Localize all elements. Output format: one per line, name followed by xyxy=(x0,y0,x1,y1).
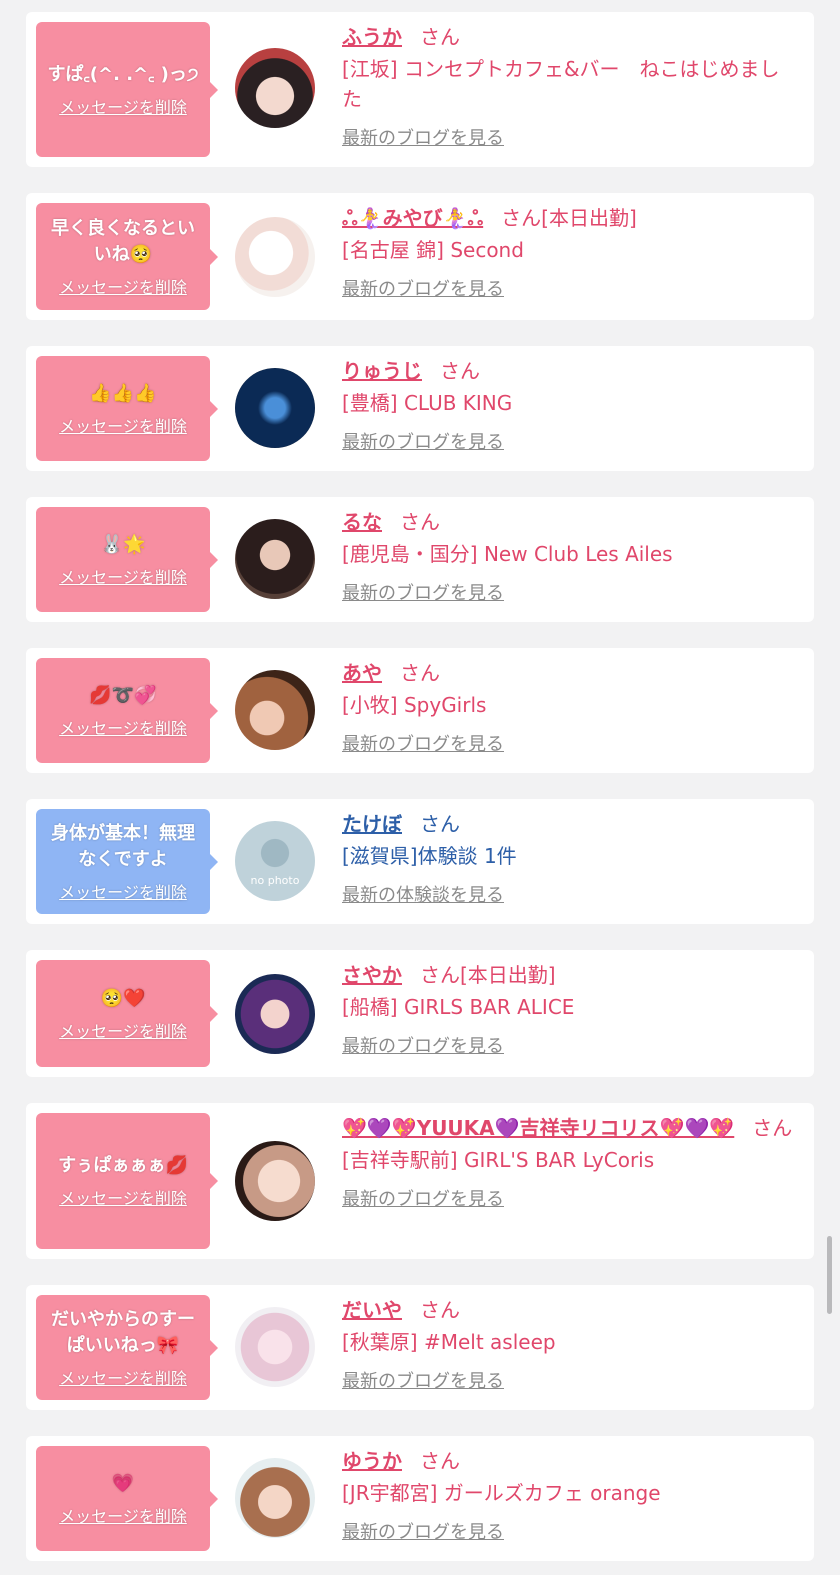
favorites-list: すぱ꜀(^. .^꜀ )っ੭ メッセージを削除 ふうか さん [江坂] コンセプト… xyxy=(0,0,840,1575)
message-text: 🐰🌟 xyxy=(100,533,146,555)
user-name-link[interactable]: ゆうか xyxy=(342,1449,402,1473)
list-item: だいやからのすーぱいいねっ🎀 メッセージを削除 だいや さん [秋葉原] #Mel… xyxy=(26,1285,814,1410)
shop-text: [小牧] SpyGirls xyxy=(342,693,487,717)
message-text: 👍👍👍 xyxy=(89,382,157,404)
latest-blog-link[interactable]: 最新のブログを見る xyxy=(342,275,504,301)
list-item: 🥺❤️ メッセージを削除 さやか さん[本日出勤] [船橋] GIRLS BAR … xyxy=(26,950,814,1077)
message-bubble: だいやからのすーぱいいねっ🎀 メッセージを削除 xyxy=(36,1295,218,1400)
avatar[interactable] xyxy=(235,368,315,448)
message-bubble: すぱ꜀(^. .^꜀ )っ੭ メッセージを削除 xyxy=(36,22,218,157)
list-item: 💋➰💞 メッセージを削除 あや さん [小牧] SpyGirls 最新のブログを見… xyxy=(26,648,814,773)
delete-message-button[interactable]: メッセージを削除 xyxy=(59,715,187,739)
message-bubble: 🐰🌟 メッセージを削除 xyxy=(36,507,218,612)
status-badge: [本日出勤] xyxy=(460,963,556,987)
avatar[interactable] xyxy=(235,670,315,750)
shop-text: [名古屋 錦] Second xyxy=(342,238,524,262)
latest-blog-link[interactable]: 最新のブログを見る xyxy=(342,428,504,454)
list-item: すぱ꜀(^. .^꜀ )っ੭ メッセージを削除 ふうか さん [江坂] コンセプト… xyxy=(26,12,814,167)
avatar[interactable] xyxy=(235,48,315,128)
latest-blog-link[interactable]: 最新のブログを見る xyxy=(342,124,504,150)
delete-message-button[interactable]: メッセージを削除 xyxy=(59,564,187,588)
latest-blog-link[interactable]: 最新のブログを見る xyxy=(342,730,504,756)
avatar[interactable] xyxy=(235,217,315,297)
delete-message-button[interactable]: メッセージを削除 xyxy=(59,1018,187,1042)
user-name-link[interactable]: さやか xyxy=(342,963,402,987)
list-item: 早く良くなるといいね🥺 メッセージを削除 ஃ🧜‍♀️みやび🧜‍♀️ஃ さん[本日出… xyxy=(26,193,814,320)
honorific: さん xyxy=(420,25,460,49)
honorific: さん xyxy=(420,812,460,836)
honorific: さん xyxy=(420,963,460,987)
message-text: 💋➰💞 xyxy=(89,684,157,706)
message-text: すぅぱぁぁぁ💋 xyxy=(58,1155,188,1176)
message-text: すぱ꜀(^. .^꜀ )っ੭ xyxy=(47,63,199,85)
honorific: さん xyxy=(752,1116,793,1140)
user-name-link[interactable]: 💖💜💖YUUKA💜吉祥寺リコリス💖💜💖 xyxy=(342,1116,734,1140)
list-item: 身体が基本！無理なくですよ メッセージを削除 no photo たけぼ さん [滋… xyxy=(26,799,814,924)
latest-blog-link[interactable]: 最新のブログを見る xyxy=(342,1367,504,1393)
shop-text: [鹿児島・国分] New Club Les Ailes xyxy=(342,542,673,566)
avatar-no-photo[interactable]: no photo xyxy=(235,821,315,901)
user-name-link[interactable]: ふうか xyxy=(342,25,402,49)
honorific: さん xyxy=(501,206,542,230)
status-badge: [本日出勤] xyxy=(541,206,637,230)
shop-text: [船橋] GIRLS BAR ALICE xyxy=(342,995,575,1019)
delete-message-button[interactable]: メッセージを削除 xyxy=(59,1365,187,1389)
honorific: さん xyxy=(420,1449,460,1473)
message-bubble: 👍👍👍 メッセージを削除 xyxy=(36,356,218,461)
avatar[interactable] xyxy=(235,519,315,599)
shop-text: [JR宇都宮] ガールズカフェ orange xyxy=(342,1481,661,1505)
user-name-link[interactable]: りゅうじ xyxy=(342,359,422,383)
latest-blog-link[interactable]: 最新のブログを見る xyxy=(342,1032,504,1058)
user-name-link[interactable]: ஃ🧜‍♀️みやび🧜‍♀️ஃ xyxy=(342,206,483,230)
list-item: 👍👍👍 メッセージを削除 りゅうじ さん [豊橋] CLUB KING 最新のブロ… xyxy=(26,346,814,471)
user-name-link[interactable]: るな xyxy=(342,510,382,534)
shop-text: [豊橋] CLUB KING xyxy=(342,391,513,415)
delete-message-button[interactable]: メッセージを削除 xyxy=(59,1503,187,1527)
delete-message-button[interactable]: メッセージを削除 xyxy=(59,413,187,437)
honorific: さん xyxy=(440,359,480,383)
no-photo-label: no photo xyxy=(250,874,300,887)
message-text: 早く良くなるといいね🥺 xyxy=(51,217,195,265)
list-item: 💗 メッセージを削除 ゆうか さん [JR宇都宮] ガールズカフェ orange … xyxy=(26,1436,814,1561)
avatar[interactable] xyxy=(235,974,315,1054)
latest-review-link[interactable]: 最新の体験談を見る xyxy=(342,881,504,907)
message-text: 🥺❤️ xyxy=(100,987,146,1009)
delete-message-button[interactable]: メッセージを削除 xyxy=(59,94,187,118)
list-item: すぅぱぁぁぁ💋 メッセージを削除 💖💜💖YUUKA💜吉祥寺リコリス💖💜💖 さん [… xyxy=(26,1103,814,1259)
delete-message-button[interactable]: メッセージを削除 xyxy=(59,274,187,298)
message-bubble: 💋➰💞 メッセージを削除 xyxy=(36,658,218,763)
message-text: 身体が基本！無理なくですよ xyxy=(51,822,195,870)
list-item: 🐰🌟 メッセージを削除 るな さん [鹿児島・国分] New Club Les A… xyxy=(26,497,814,622)
shop-text: [吉祥寺駅前] GIRL'S BAR LyCoris xyxy=(342,1148,655,1172)
avatar[interactable] xyxy=(235,1307,315,1387)
message-bubble: 💗 メッセージを削除 xyxy=(36,1446,218,1551)
honorific: さん xyxy=(420,1298,460,1322)
message-bubble: 早く良くなるといいね🥺 メッセージを削除 xyxy=(36,203,218,310)
message-text: だいやからのすーぱいいねっ🎀 xyxy=(51,1308,195,1356)
shop-text: [滋賀県]体験談 1件 xyxy=(342,844,517,868)
avatar[interactable] xyxy=(235,1141,315,1221)
avatar[interactable] xyxy=(235,1458,315,1538)
latest-blog-link[interactable]: 最新のブログを見る xyxy=(342,1185,504,1211)
honorific: さん xyxy=(400,661,440,685)
latest-blog-link[interactable]: 最新のブログを見る xyxy=(342,1518,504,1544)
delete-message-button[interactable]: メッセージを削除 xyxy=(59,879,187,903)
scrollbar[interactable] xyxy=(827,1236,832,1314)
latest-blog-link[interactable]: 最新のブログを見る xyxy=(342,579,504,605)
user-name-link[interactable]: だいや xyxy=(342,1298,402,1322)
message-text: 💗 xyxy=(111,1472,135,1494)
message-bubble: すぅぱぁぁぁ💋 メッセージを削除 xyxy=(36,1113,218,1249)
shop-text: [江坂] コンセプトカフェ&バー ねこはじめました xyxy=(342,57,780,111)
user-name-link[interactable]: たけぼ xyxy=(342,812,402,836)
user-name-link[interactable]: あや xyxy=(342,661,382,685)
message-bubble: 🥺❤️ メッセージを削除 xyxy=(36,960,218,1067)
message-bubble: 身体が基本！無理なくですよ メッセージを削除 xyxy=(36,809,218,914)
shop-text: [秋葉原] #Melt asleep xyxy=(342,1330,556,1354)
honorific: さん xyxy=(400,510,440,534)
delete-message-button[interactable]: メッセージを削除 xyxy=(59,1185,187,1209)
